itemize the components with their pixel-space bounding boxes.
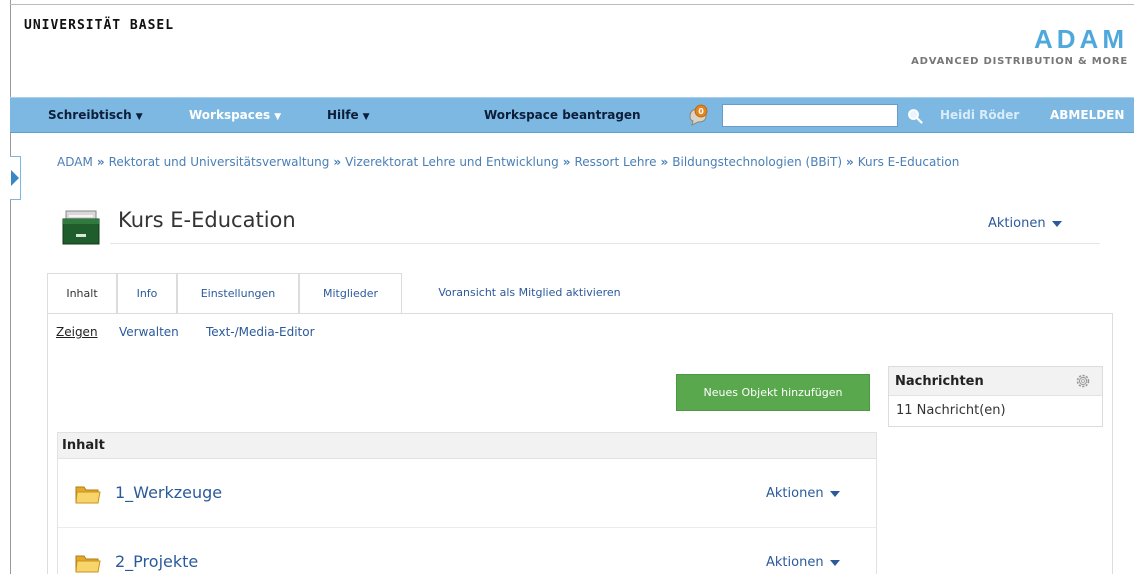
- list-item-actions-label: Aktionen: [766, 555, 824, 570]
- workspace-request-link[interactable]: Workspace beantragen: [484, 108, 641, 122]
- user-name-link[interactable]: Heidi Röder: [940, 108, 1019, 122]
- breadcrumb-separator: »: [96, 155, 105, 169]
- breadcrumb-item[interactable]: ADAM: [57, 155, 93, 169]
- subtab-zeigen[interactable]: Zeigen: [56, 325, 98, 339]
- list-item-actions-dropdown[interactable]: Aktionen: [766, 486, 840, 501]
- content-list-header-label: Inhalt: [62, 438, 105, 453]
- breadcrumb-item[interactable]: Bildungstechnologien (BBiT): [672, 155, 842, 169]
- search-input[interactable]: [722, 104, 898, 127]
- expand-arrow-icon: [11, 170, 19, 186]
- list-item-actions-label: Aktionen: [766, 486, 824, 501]
- adam-logo-title: ADAM: [1034, 24, 1128, 54]
- tab-einstellungen[interactable]: Einstellungen: [177, 273, 299, 313]
- chevron-down-icon: ▼: [274, 112, 282, 122]
- logout-link[interactable]: ABMELDEN: [1050, 108, 1124, 122]
- course-folder-icon: [62, 210, 100, 245]
- nav-hilfe-label: Hilfe: [327, 108, 359, 122]
- chevron-down-icon: ▼: [362, 112, 370, 122]
- list-item-title[interactable]: 2_Projekte: [115, 552, 198, 571]
- breadcrumb: ADAM» Rektorat und Universitätsverwaltung…: [57, 155, 959, 169]
- breadcrumb-item[interactable]: Ressort Lehre: [574, 155, 656, 169]
- tab-mitglieder[interactable]: Mitglieder: [299, 273, 402, 313]
- nav-schreibtisch[interactable]: Schreibtisch ▼: [48, 108, 143, 122]
- subtab-text-media-editor[interactable]: Text-/Media-Editor: [206, 325, 315, 339]
- tab-info[interactable]: Info: [117, 273, 177, 313]
- news-count-link[interactable]: 11 Nachricht(en): [896, 403, 1006, 418]
- breadcrumb-item[interactable]: Rektorat und Universitätsverwaltung: [109, 155, 330, 169]
- news-block-title: Nachrichten: [895, 374, 984, 389]
- adam-logo[interactable]: ADAM ADVANCED DISTRIBUTION & MORE: [911, 26, 1128, 67]
- page-actions-dropdown[interactable]: Aktionen: [988, 216, 1062, 231]
- frame-left-border: [10, 0, 11, 574]
- subtab-verwalten[interactable]: Verwalten: [119, 325, 179, 339]
- content-list-header: Inhalt: [58, 433, 876, 459]
- breadcrumb-separator: »: [846, 155, 854, 169]
- breadcrumb-separator: »: [562, 155, 571, 169]
- tab-inhalt[interactable]: Inhalt: [47, 273, 117, 313]
- page-title: Kurs E-Education: [118, 208, 296, 232]
- add-new-object-button[interactable]: Neues Objekt hinzufügen: [676, 374, 870, 411]
- search-icon[interactable]: [907, 108, 923, 124]
- notification-bubble-icon[interactable]: 0: [686, 103, 710, 127]
- news-block: Nachrichten 11 Nachricht(en): [888, 366, 1103, 427]
- list-item: 2_Projekte Aktionen: [58, 529, 876, 574]
- list-item: 1_Werkzeuge Aktionen: [58, 460, 876, 528]
- preview-as-member-link[interactable]: Voransicht als Mitglied aktivieren: [402, 273, 657, 313]
- title-divider: [110, 243, 1100, 244]
- breadcrumb-separator: »: [333, 155, 342, 169]
- chevron-down-icon: ▼: [135, 112, 143, 122]
- breadcrumb-item[interactable]: Kurs E-Education: [858, 155, 960, 169]
- gear-icon[interactable]: [1075, 373, 1091, 389]
- breadcrumb-item[interactable]: Vizerektorat Lehre und Entwicklung: [345, 155, 559, 169]
- breadcrumb-separator: »: [660, 155, 669, 169]
- adam-logo-subtitle: ADVANCED DISTRIBUTION & MORE: [911, 56, 1128, 67]
- side-panel-toggle[interactable]: [10, 156, 21, 200]
- nav-workspaces[interactable]: Workspaces ▼: [189, 108, 281, 122]
- chevron-down-icon: [829, 490, 840, 497]
- list-item-title[interactable]: 1_Werkzeuge: [115, 483, 222, 502]
- main-navbar: Schreibtisch ▼ Workspaces ▼ Hilfe ▼ Workspa…: [10, 97, 1134, 133]
- nav-workspaces-label: Workspaces: [189, 108, 271, 122]
- notification-count: 0: [698, 107, 704, 116]
- list-item-actions-dropdown[interactable]: Aktionen: [766, 555, 840, 570]
- content-list: Inhalt 1_Werkzeuge Aktionen 2_Projekte A…: [57, 432, 877, 574]
- nav-hilfe[interactable]: Hilfe ▼: [327, 108, 370, 122]
- folder-icon: [75, 486, 101, 504]
- nav-schreibtisch-label: Schreibtisch: [48, 108, 132, 122]
- folder-icon: [75, 555, 101, 573]
- university-logo[interactable]: UNIVERSITÄT BASEL: [24, 18, 174, 33]
- frame-top-border: [10, 4, 1134, 5]
- chevron-down-icon: [829, 559, 840, 566]
- news-block-header: Nachrichten: [889, 367, 1102, 396]
- chevron-down-icon: [1051, 220, 1062, 227]
- page-actions-label: Aktionen: [988, 216, 1046, 231]
